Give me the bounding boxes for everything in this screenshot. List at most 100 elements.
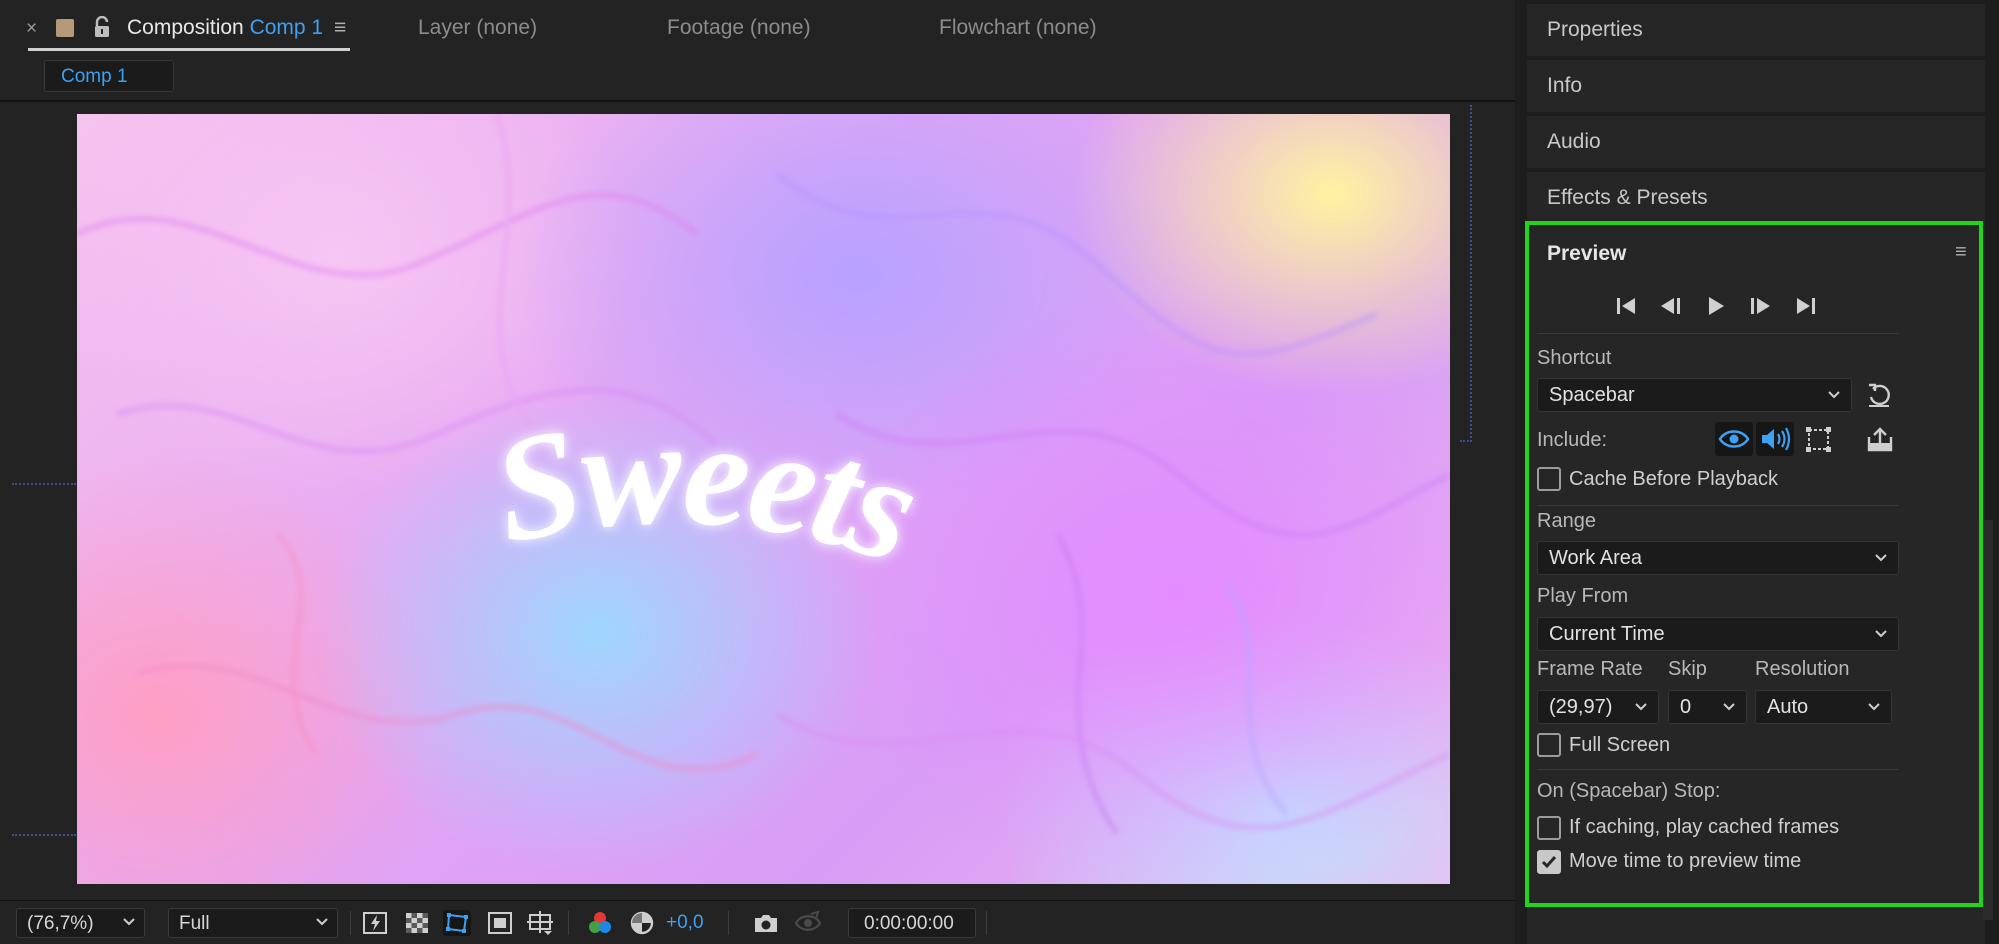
on-stop-label: On (Spacebar) Stop:: [1537, 780, 1721, 802]
composition-panel: × Composition Comp 1 ≡ Layer (none) Foot…: [0, 0, 1515, 944]
shortcut-dropdown[interactable]: Spacebar: [1537, 378, 1852, 412]
if-caching-checkbox[interactable]: [1537, 816, 1561, 840]
cache-before-playback-label: Cache Before Playback: [1569, 468, 1779, 490]
play-icon[interactable]: [1701, 293, 1731, 319]
chevron-down-icon: [1723, 703, 1735, 711]
comp-color-swatch: [56, 19, 74, 37]
chevron-down-icon: [1875, 554, 1887, 562]
panel-header-audio[interactable]: Audio: [1527, 116, 1985, 168]
panel-header-effects-presets[interactable]: Effects & Presets: [1527, 172, 1985, 224]
skip-label: Skip: [1668, 658, 1707, 680]
tab-composition[interactable]: Composition Comp 1: [127, 16, 323, 40]
resolution-dropdown[interactable]: Full: [168, 908, 338, 938]
guide-line: [12, 834, 76, 836]
first-frame-icon[interactable]: [1611, 293, 1641, 319]
divider: [1537, 505, 1899, 506]
resolution-dropdown[interactable]: Auto: [1755, 690, 1892, 724]
play-from-dropdown[interactable]: Current Time: [1537, 617, 1899, 651]
frame-rate-label: Frame Rate: [1537, 658, 1643, 680]
chevron-down-icon: [1828, 391, 1840, 399]
panel-header-properties[interactable]: Properties: [1527, 4, 1985, 56]
include-overlays-toggle[interactable]: [1799, 422, 1837, 456]
speaker-icon: [1762, 427, 1791, 451]
chevron-down-icon: [1875, 630, 1887, 638]
include-audio-toggle[interactable]: [1756, 422, 1794, 456]
last-frame-icon[interactable]: [1791, 293, 1821, 319]
tab-flowchart[interactable]: Flowchart (none): [939, 16, 1097, 40]
move-time-label: Move time to preview time: [1569, 850, 1802, 872]
guides-icon[interactable]: [526, 910, 554, 936]
next-frame-icon[interactable]: [1746, 293, 1776, 319]
scrollbar[interactable]: [1983, 520, 1993, 920]
preview-title: Preview: [1547, 242, 1627, 265]
range-value: Work Area: [1549, 547, 1642, 569]
include-label: Include:: [1537, 429, 1608, 451]
transparency-grid-icon[interactable]: [403, 910, 431, 936]
divider: [1537, 769, 1899, 770]
move-time-checkbox[interactable]: [1537, 850, 1561, 874]
chevron-down-icon: [123, 918, 135, 926]
full-screen-checkbox[interactable]: [1537, 733, 1561, 757]
chevron-down-icon: [1868, 703, 1880, 711]
menu-icon[interactable]: ≡: [1955, 241, 1967, 264]
chevron-down-icon: [1635, 703, 1647, 711]
guide-line: [1460, 440, 1472, 442]
timecode-field[interactable]: 0:00:00:00: [848, 908, 976, 938]
frame-rate-value: (29,97): [1549, 696, 1613, 718]
lock-icon[interactable]: [93, 16, 111, 38]
frame-rate-dropdown[interactable]: (29,97): [1537, 690, 1659, 724]
include-video-toggle[interactable]: [1715, 422, 1753, 456]
timecode-value: 0:00:00:00: [864, 913, 954, 934]
marble-background: Sweets: [77, 114, 1450, 836]
resolution-label: Resolution: [1755, 658, 1850, 680]
panel-stack: Properties Info Audio Effects & Presets …: [1521, 0, 1999, 944]
previous-frame-icon[interactable]: [1655, 293, 1685, 319]
zoom-value: (76,7%): [27, 913, 94, 934]
show-snapshot-icon[interactable]: [794, 910, 822, 936]
menu-icon[interactable]: ≡: [334, 16, 346, 40]
tab-composition-label: Composition: [127, 16, 244, 39]
exposure-reset-icon[interactable]: [628, 910, 656, 936]
skip-dropdown[interactable]: 0: [1668, 690, 1747, 724]
checkmark-icon: [1541, 856, 1557, 869]
shortcut-label: Shortcut: [1537, 347, 1612, 369]
preview-panel: Preview ≡ Shortcut Spacebar Include: Cac…: [1527, 225, 1985, 944]
full-screen-label: Full Screen: [1569, 734, 1671, 756]
composition-canvas[interactable]: Sweets: [77, 114, 1450, 884]
tab-composition-name: Comp 1: [249, 16, 324, 39]
divider: [568, 911, 569, 935]
comp-navigator-chip[interactable]: Comp 1: [44, 60, 174, 92]
exposure-value[interactable]: +0,0: [666, 912, 704, 934]
play-from-value: Current Time: [1549, 623, 1665, 645]
divider: [0, 100, 1515, 102]
if-caching-label: If caching, play cached frames: [1569, 816, 1840, 838]
shortcut-value: Spacebar: [1549, 384, 1635, 406]
guide-line: [12, 483, 76, 485]
mask-visibility-icon[interactable]: [443, 910, 471, 936]
color-channels-icon[interactable]: [586, 910, 614, 936]
play-from-label: Play From: [1537, 585, 1629, 607]
tab-layer[interactable]: Layer (none): [418, 16, 537, 40]
range-dropdown[interactable]: Work Area: [1537, 541, 1899, 575]
preview-resolution-value: Auto: [1767, 696, 1809, 718]
panel-tab-bar: × Composition Comp 1 ≡ Layer (none) Foot…: [0, 0, 1515, 56]
app-window: × Composition Comp 1 ≡ Layer (none) Foot…: [0, 0, 1999, 944]
overlay-icon: [1806, 427, 1831, 452]
fast-preview-icon[interactable]: [362, 910, 390, 936]
range-label: Range: [1537, 510, 1596, 532]
active-tab-indicator: [28, 48, 350, 51]
cache-before-playback-checkbox[interactable]: [1537, 467, 1561, 491]
snapshot-camera-icon[interactable]: [752, 910, 780, 936]
reset-icon[interactable]: [1865, 381, 1893, 409]
close-icon[interactable]: ×: [26, 18, 37, 40]
zoom-dropdown[interactable]: (76,7%): [16, 908, 145, 938]
panel-header-info[interactable]: Info: [1527, 60, 1985, 112]
divider: [728, 911, 729, 935]
export-icon[interactable]: [1865, 425, 1895, 453]
divider: [350, 911, 351, 935]
eye-icon: [1718, 430, 1750, 448]
region-of-interest-icon[interactable]: [486, 910, 514, 936]
guide-line: [1470, 105, 1472, 442]
divider: [1537, 333, 1899, 334]
tab-footage[interactable]: Footage (none): [667, 16, 811, 40]
